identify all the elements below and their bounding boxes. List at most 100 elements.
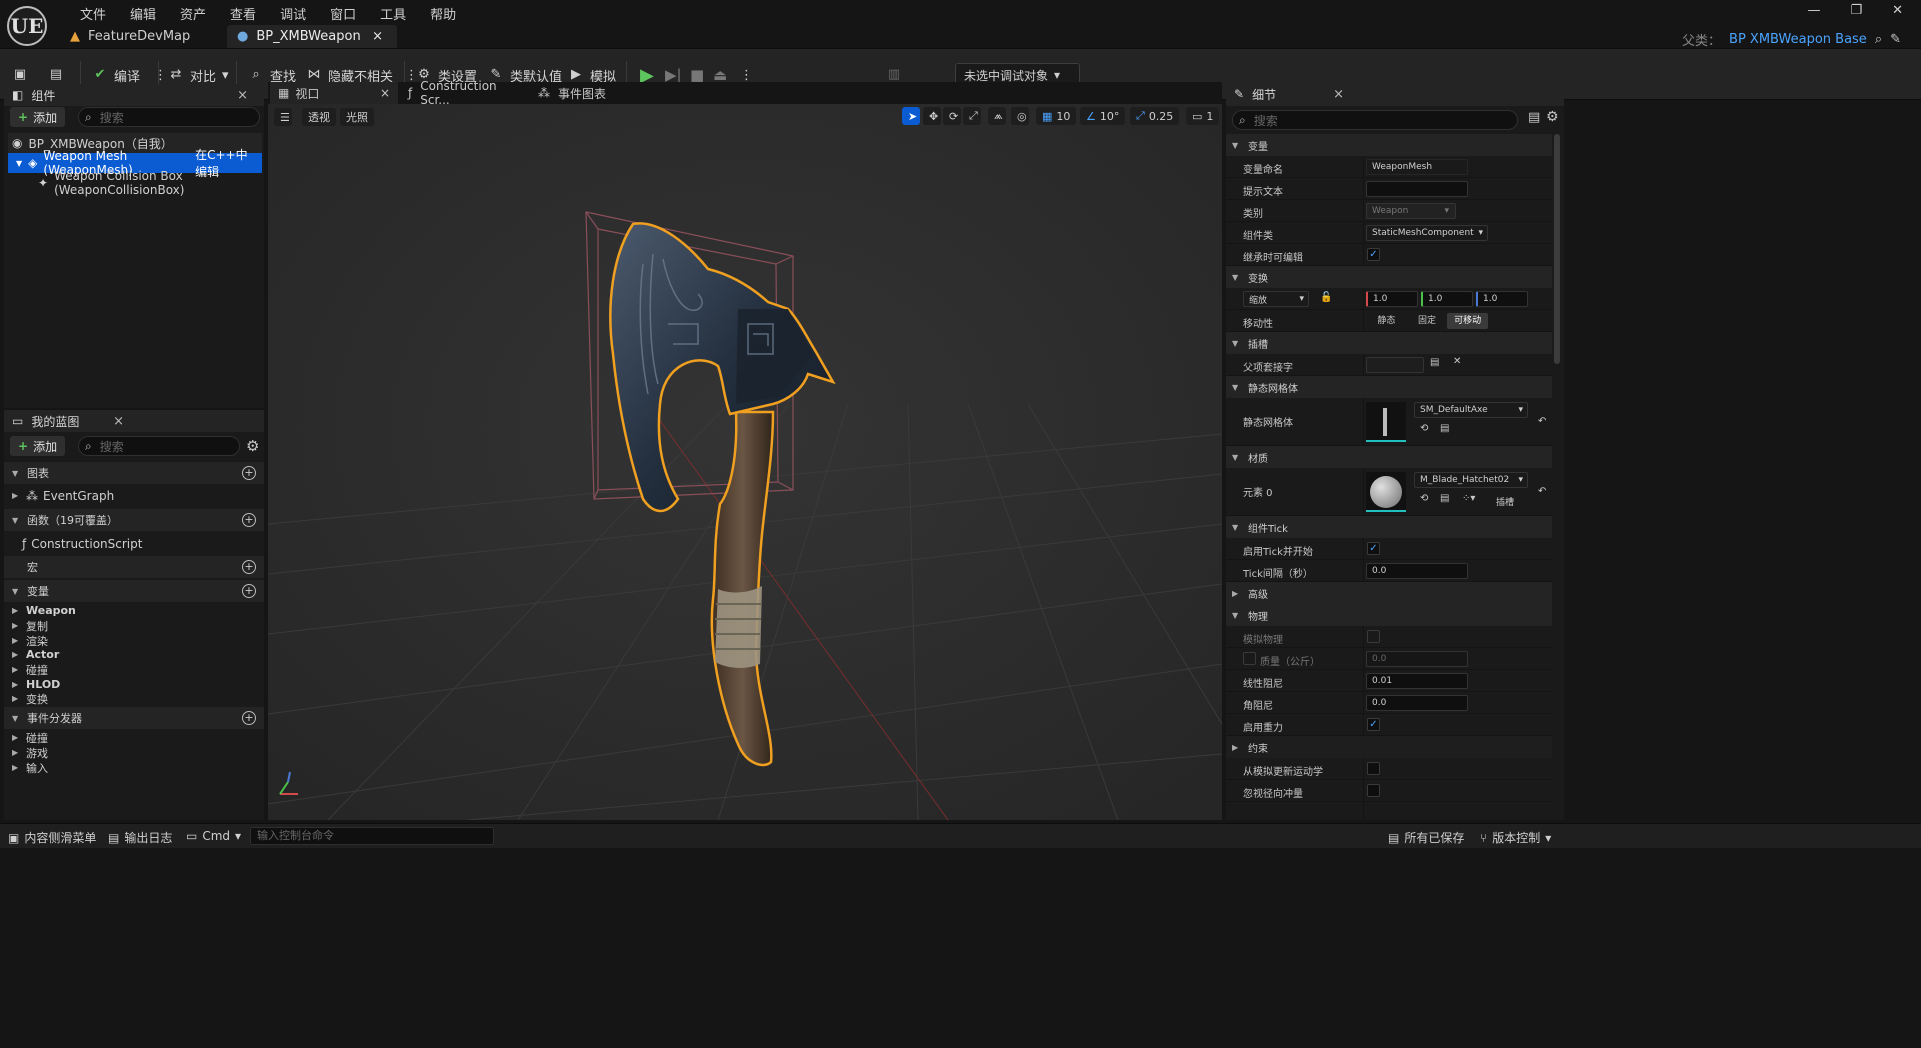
- rotate-mode-button[interactable]: ⟳: [943, 107, 961, 125]
- add-component-button[interactable]: + 添加: [10, 107, 66, 127]
- static-mesh-thumbnail[interactable]: [1366, 402, 1406, 442]
- close-window-icon[interactable]: ✕: [1892, 3, 1903, 18]
- mobility-static[interactable]: 静态: [1366, 313, 1407, 329]
- tab-construction-script[interactable]: ƒ Construction Scr...: [408, 79, 528, 107]
- start-tick-checkbox[interactable]: ✓: [1367, 542, 1380, 555]
- menu-edit[interactable]: 编辑: [118, 2, 168, 25]
- macros-section[interactable]: 宏 +: [4, 556, 264, 578]
- browse-button[interactable]: ▤: [48, 64, 64, 86]
- cmd-dropdown[interactable]: ▭ Cmd ▾: [186, 829, 241, 843]
- parent-class-link[interactable]: BP XMBWeapon Base: [1729, 32, 1867, 47]
- dispatcher-category-game[interactable]: ▶ 游戏: [12, 745, 48, 760]
- component-search-input[interactable]: ⌕ 搜索: [78, 107, 260, 127]
- add-dispatcher-icon[interactable]: +: [242, 711, 256, 725]
- tab-bp-xmbweapon[interactable]: ● BP_XMBWeapon ×: [227, 25, 397, 48]
- use-selected-icon[interactable]: ⟲: [1420, 493, 1428, 504]
- mobility-stationary[interactable]: 固定: [1407, 313, 1448, 329]
- clear-icon[interactable]: ✕: [1453, 356, 1461, 367]
- browse-icon[interactable]: ▤: [1440, 423, 1449, 434]
- restore-icon[interactable]: ❐: [1850, 3, 1862, 18]
- translate-mode-button[interactable]: ✥: [923, 107, 941, 125]
- construction-script-item[interactable]: ƒ ConstructionScript: [22, 536, 142, 551]
- menu-file[interactable]: 文件: [68, 2, 118, 25]
- section-materials[interactable]: ▼ 材质: [1226, 446, 1552, 468]
- editable-inherit-checkbox[interactable]: ✓: [1367, 248, 1380, 261]
- grid-snap-button[interactable]: ▦ 10: [1036, 107, 1077, 125]
- lit-mode-button[interactable]: 光照: [340, 108, 374, 126]
- world-local-button[interactable]: ◎: [1011, 107, 1029, 125]
- save-all-button[interactable]: ▤ 所有已保存: [1388, 829, 1464, 846]
- section-static-mesh[interactable]: ▼ 静态网格体: [1226, 376, 1552, 398]
- linear-damping-input[interactable]: 0.01: [1366, 673, 1468, 689]
- surface-snap-button[interactable]: ⩕: [988, 107, 1006, 125]
- close-icon[interactable]: ×: [372, 29, 383, 44]
- category-dropdown[interactable]: Weapon ▾: [1366, 203, 1456, 219]
- material-thumbnail[interactable]: [1366, 472, 1406, 512]
- add-macro-icon[interactable]: +: [242, 560, 256, 574]
- menu-view[interactable]: 查看: [218, 2, 268, 25]
- var-category-collision[interactable]: ▶ 碰撞: [12, 662, 48, 677]
- dispatcher-category-collision[interactable]: ▶ 碰撞: [12, 730, 48, 745]
- menu-asset[interactable]: 资产: [168, 2, 218, 25]
- section-transform[interactable]: ▼ 变换: [1226, 266, 1552, 288]
- section-variable[interactable]: ▼ 变量: [1226, 134, 1552, 156]
- section-physics[interactable]: ▼ 物理: [1226, 604, 1552, 626]
- section-advanced[interactable]: ▶ 高级: [1226, 582, 1552, 604]
- content-drawer-button[interactable]: ▣ 内容侧滑菜单: [8, 829, 96, 846]
- menu-window[interactable]: 窗口: [318, 2, 368, 25]
- material-dropdown[interactable]: M_Blade_Hatchet02 ▾: [1414, 472, 1528, 488]
- camera-speed-button[interactable]: ▭ 1: [1186, 107, 1220, 125]
- var-category-replication[interactable]: ▶ 复制: [12, 618, 48, 633]
- details-search-input[interactable]: ⌕ 搜索: [1232, 110, 1518, 130]
- var-category-weapon[interactable]: ▶ Weapon: [12, 603, 76, 618]
- viewport-menu-button[interactable]: ☰: [274, 108, 292, 126]
- var-category-rendering[interactable]: ▶ 渲染: [12, 633, 48, 648]
- unreal-logo[interactable]: UE: [7, 6, 47, 46]
- simulate-physics-checkbox[interactable]: [1367, 630, 1380, 643]
- components-tab[interactable]: ◧ 组件 ×: [4, 84, 264, 106]
- mass-override-checkbox[interactable]: [1243, 652, 1256, 665]
- scale-mode-button[interactable]: ⤢: [963, 107, 981, 125]
- scale-x-input[interactable]: 1.0: [1366, 291, 1418, 307]
- table-view-icon[interactable]: ▤: [1528, 110, 1540, 125]
- browse-icon[interactable]: ▤: [1430, 357, 1439, 368]
- angular-damping-input[interactable]: 0.0: [1366, 695, 1468, 711]
- var-category-actor[interactable]: ▶ Actor: [12, 647, 59, 662]
- compile-button[interactable]: ✔ 编译 ⋮: [92, 64, 167, 86]
- search-icon[interactable]: ⌕: [1875, 32, 1882, 47]
- tab-event-graph[interactable]: ⁂ 事件图表: [538, 82, 638, 104]
- details-scrollbar[interactable]: [1554, 134, 1560, 364]
- settings-gear-icon[interactable]: ⚙: [1546, 109, 1559, 125]
- rotation-snap-button[interactable]: ∠ 10°: [1080, 107, 1126, 125]
- parent-socket-input[interactable]: [1366, 357, 1424, 373]
- diff-button[interactable]: ⇄ 对比 ▾: [168, 64, 229, 86]
- viewport[interactable]: ☰ 透视 光照 ➤ ✥ ⟳ ⤢ ⩕ ◎ ▦ 10 ∠ 10° ⤢ 0.25 ▭ 1: [268, 104, 1222, 820]
- tooltip-input[interactable]: [1366, 181, 1468, 197]
- functions-section[interactable]: ▼ 函数（19可覆盖） +: [4, 509, 264, 531]
- mobility-movable[interactable]: 可移动: [1447, 313, 1489, 329]
- scale-snap-button[interactable]: ⤢ 0.25: [1130, 107, 1180, 125]
- mass-input[interactable]: 0.0: [1366, 651, 1468, 667]
- tree-item-collision-box[interactable]: ✦ Weapon Collision Box (WeaponCollisionB…: [8, 169, 262, 197]
- menu-help[interactable]: 帮助: [418, 2, 468, 25]
- menu-debug[interactable]: 调试: [268, 2, 318, 25]
- section-sockets[interactable]: ▼ 插槽: [1226, 332, 1552, 354]
- scale-z-input[interactable]: 1.0: [1476, 291, 1528, 307]
- scale-y-input[interactable]: 1.0: [1421, 291, 1473, 307]
- perspective-button[interactable]: 透视: [302, 108, 336, 126]
- minimize-icon[interactable]: —: [1807, 3, 1820, 18]
- source-control-button[interactable]: ⑂ 版本控制 ▾: [1480, 829, 1551, 846]
- details-tab[interactable]: ✎ 细节 ×: [1226, 82, 1564, 106]
- event-dispatchers-section[interactable]: ▼ 事件分发器 +: [4, 707, 264, 729]
- close-icon[interactable]: ×: [1333, 87, 1344, 102]
- save-button[interactable]: ▣: [12, 64, 28, 86]
- console-command-input[interactable]: 输入控制台命令: [250, 827, 494, 845]
- tick-interval-input[interactable]: 0.0: [1366, 563, 1468, 579]
- add-function-icon[interactable]: +: [242, 513, 256, 527]
- close-icon[interactable]: ×: [237, 88, 248, 103]
- tab-viewport[interactable]: ▦ 视口 ×: [270, 82, 398, 104]
- variables-section[interactable]: ▼ 变量 +: [4, 580, 264, 602]
- graphs-section[interactable]: ▼ 图表 +: [4, 462, 264, 484]
- select-mode-button[interactable]: ➤: [902, 107, 920, 125]
- settings-gear-icon[interactable]: ⚙: [246, 437, 259, 455]
